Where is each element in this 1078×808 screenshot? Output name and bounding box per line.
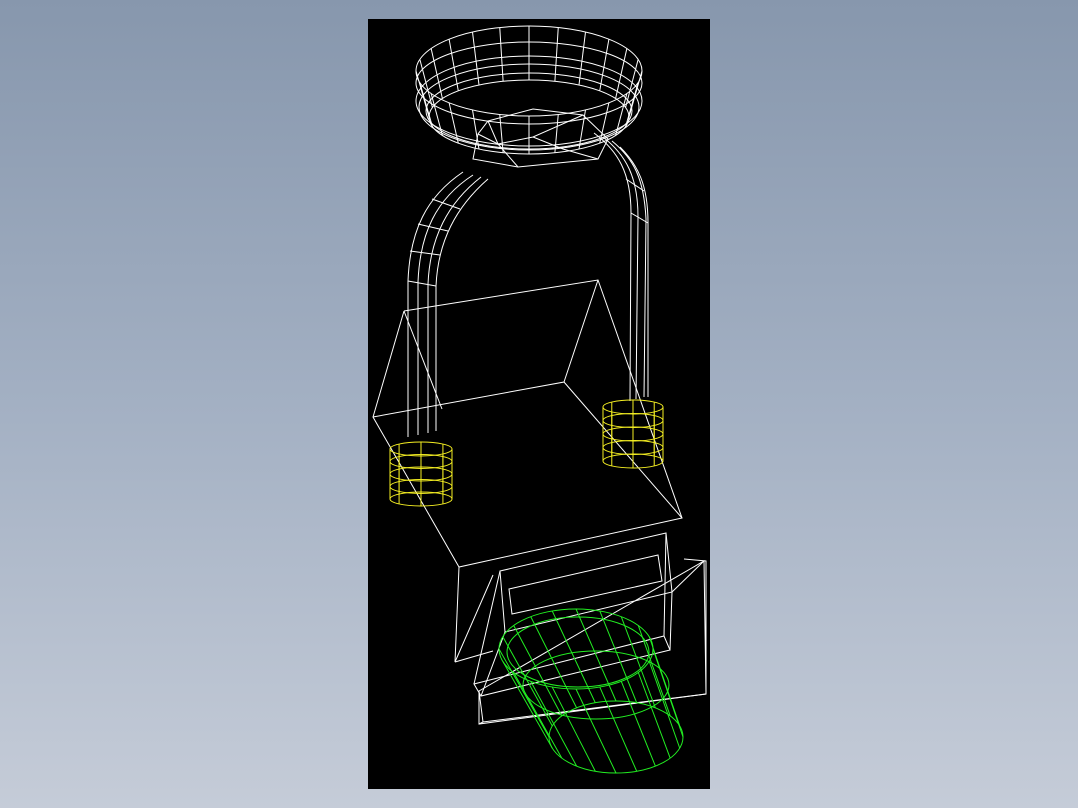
ring-rib <box>578 31 586 86</box>
ring-rib <box>599 39 610 91</box>
rear-bezel <box>473 532 707 725</box>
ring-inner-facet <box>477 133 499 145</box>
lens-rib <box>502 636 553 727</box>
ring-rib <box>615 48 628 99</box>
ring-rib <box>554 27 559 82</box>
ring-rib <box>448 39 459 91</box>
handle-strap <box>407 132 649 437</box>
wireframe-model <box>372 25 707 774</box>
lens-rear-ellipse <box>548 700 684 774</box>
lens-rib <box>599 686 638 772</box>
lens-front-ellipse <box>498 608 654 690</box>
ring-rib <box>430 48 443 99</box>
side-mounts <box>389 399 664 507</box>
lens-rib <box>551 686 596 772</box>
ring-rib <box>499 27 504 82</box>
lens-cylinder <box>498 608 684 774</box>
lens-rib <box>513 625 563 717</box>
camera-body-box <box>372 279 683 663</box>
ring-rib <box>472 31 480 86</box>
lens-rib <box>502 661 553 749</box>
lens-rib <box>599 610 638 703</box>
cad-viewport[interactable] <box>368 19 710 789</box>
